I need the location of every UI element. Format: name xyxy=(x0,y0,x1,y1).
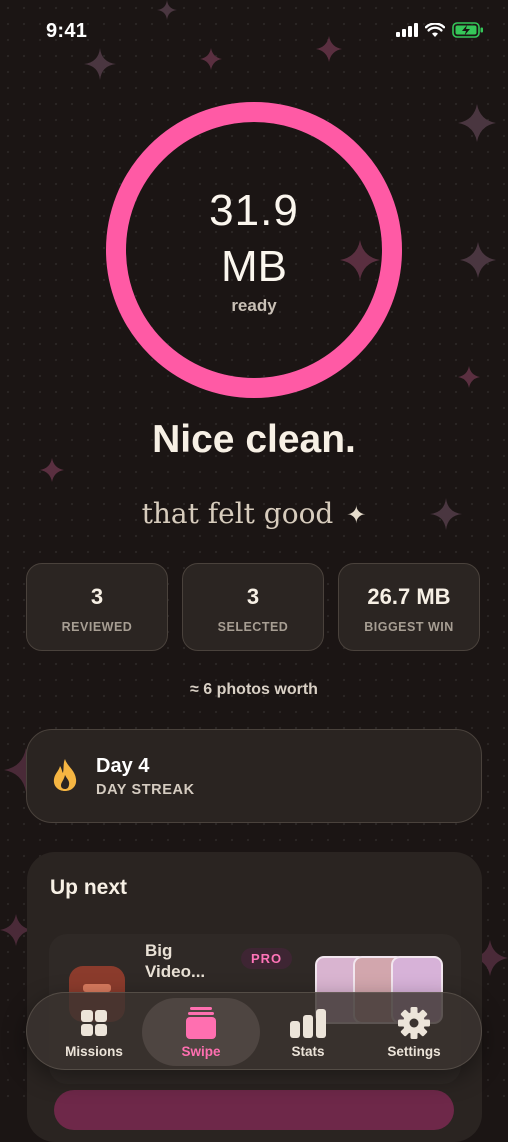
subhead-text: that felt good xyxy=(141,497,334,530)
tab-label: Stats xyxy=(291,1044,325,1059)
gear-icon xyxy=(355,1007,473,1039)
stat-value: 3 xyxy=(90,584,104,609)
tab-stats[interactable]: Stats xyxy=(249,998,367,1066)
streak-card[interactable]: Day 4 DAY STREAK xyxy=(26,729,482,823)
grid-icon xyxy=(35,1007,153,1039)
headline: Nice clean. xyxy=(152,418,356,461)
stat-card-reviewed: 3 REVIEWED xyxy=(26,563,168,651)
bar-chart-icon xyxy=(249,1007,367,1039)
sparkle-star-icon xyxy=(458,366,480,388)
status-bar: 9:41 xyxy=(0,0,508,64)
stat-label: SELECTED xyxy=(217,620,289,634)
stat-card-biggest-win: 26.7 MB BIGGEST WIN xyxy=(338,563,480,651)
up-next-item-title: Big Video... xyxy=(145,941,206,981)
up-next-title: Up next xyxy=(50,876,128,899)
wifi-icon xyxy=(425,22,445,37)
storage-progress-ring: 31.9 MB ready xyxy=(106,102,402,398)
video-icon-detail xyxy=(83,984,111,992)
tab-settings[interactable]: Settings xyxy=(355,998,473,1066)
tab-missions[interactable]: Missions xyxy=(35,998,153,1066)
stat-label: REVIEWED xyxy=(61,620,133,634)
primary-action-button[interactable] xyxy=(54,1090,454,1130)
status-icons xyxy=(396,22,484,38)
stat-label: BIGGEST WIN xyxy=(364,620,454,634)
sparkle-star-icon xyxy=(460,242,496,278)
cellular-signal-icon xyxy=(396,23,418,37)
subhead: that felt good ✦ xyxy=(0,497,508,530)
streak-title: Day 4 xyxy=(96,755,150,777)
stat-card-selected: 3 SELECTED xyxy=(182,563,324,651)
cards-icon xyxy=(142,1007,260,1039)
tab-label: Missions xyxy=(65,1044,123,1059)
pro-badge: PRO xyxy=(241,948,293,969)
status-time: 9:41 xyxy=(46,20,88,42)
ring-caption: ready xyxy=(231,296,277,315)
tab-label: Settings xyxy=(387,1044,441,1059)
photos-equivalent: ≈ 6 photos worth xyxy=(190,681,318,698)
stat-value: 3 xyxy=(246,584,260,609)
flame-icon xyxy=(53,759,77,791)
stat-value: 26.7 MB xyxy=(367,584,451,609)
ring-value: 31.9 xyxy=(209,186,299,235)
ring-center: 31.9 MB ready xyxy=(106,102,402,398)
battery-charging-icon xyxy=(452,22,483,38)
sparkle-icon: ✦ xyxy=(346,501,367,529)
ring-unit: MB xyxy=(221,242,287,291)
streak-subtitle: DAY STREAK xyxy=(96,782,195,798)
tab-bar: Missions Swipe Stats Settings xyxy=(26,992,482,1070)
sparkle-star-icon xyxy=(458,104,496,142)
tab-label: Swipe xyxy=(181,1044,221,1059)
tab-swipe[interactable]: Swipe xyxy=(142,998,260,1066)
